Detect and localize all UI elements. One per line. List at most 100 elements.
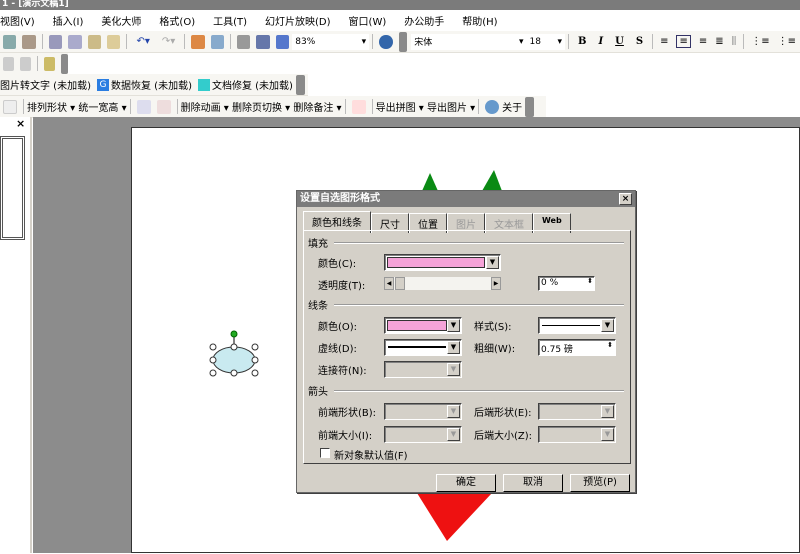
end-style-select[interactable]: ▼ <box>538 403 616 420</box>
align-left-icon[interactable]: ≡ <box>660 36 668 47</box>
line-group-label: 线条 <box>308 301 328 312</box>
justify-icon[interactable]: ≣ <box>715 36 723 47</box>
green-triangle-left[interactable] <box>422 173 438 191</box>
begin-style-label: 前端形状(B): <box>318 408 377 419</box>
undo-icon[interactable]: ↶▾ <box>136 36 149 47</box>
delete-notes-button[interactable]: 删除备注 ▾ <box>293 99 341 114</box>
arrange-shapes-button[interactable]: 排列形状 ▾ <box>27 99 75 114</box>
format-painter-icon[interactable] <box>107 34 121 49</box>
research-icon[interactable] <box>22 34 36 49</box>
plugin-doc-repair[interactable]: 文档修复 (未加载) <box>212 77 293 92</box>
menu-insert[interactable]: 插入(I) <box>53 13 84 28</box>
menu-beautify[interactable]: 美化大师 <box>101 13 141 28</box>
dash-select[interactable]: ▼ <box>384 339 462 356</box>
plugin-toolbar: 图片转文字 (未加载) G 数据恢复 (未加载) 文档修复 (未加载) <box>0 74 308 96</box>
panel-close-icon[interactable]: × <box>16 117 25 130</box>
expand-icon[interactable] <box>237 34 251 49</box>
flip-icon[interactable] <box>20 56 32 71</box>
slide-thumbnail[interactable] <box>0 136 25 240</box>
chart-icon[interactable] <box>191 34 205 49</box>
end-size-select[interactable]: ▼ <box>538 426 616 443</box>
spinner-icon[interactable]: ⬍ <box>587 277 593 285</box>
begin-size-select[interactable]: ▼ <box>384 426 462 443</box>
text-list-icon[interactable] <box>156 99 171 114</box>
weight-input[interactable]: 0.75 磅 ⬍ <box>538 339 616 356</box>
delete-transition-button[interactable]: 删除页切换 ▾ <box>232 99 290 114</box>
export-image-button[interactable]: 导出图片 ▾ <box>427 99 475 114</box>
menu-format[interactable]: 格式(O) <box>159 13 195 28</box>
zoom-select[interactable]: 83% ▾ <box>292 33 370 50</box>
spellcheck-icon[interactable] <box>3 34 17 49</box>
menu-view[interactable]: 视图(V) <box>0 13 35 28</box>
beautify-toolbar: 排列形状 ▾ 统一宽高 ▾ 删除动画 ▾ 删除页切换 ▾ 删除备注 ▾ 导出拼图… <box>0 96 546 118</box>
red-triangle[interactable] <box>417 493 492 541</box>
numbered-list-icon[interactable]: ⋮≡ <box>751 36 769 47</box>
chevron-down-icon: ▼ <box>601 405 614 418</box>
format-autoshape-dialog: 设置自选图形格式 × 颜色和线条 尺寸 位置 图片 文本框 Web 填充 颜色(C… <box>296 190 636 493</box>
distribute-icon[interactable]: ⫼ <box>732 36 737 47</box>
shadow-button[interactable]: S <box>636 36 643 47</box>
align-right-icon[interactable]: ≡ <box>699 36 707 47</box>
text-style-icon[interactable] <box>256 34 270 49</box>
scroll-left-icon[interactable]: ◀ <box>384 277 394 290</box>
cut-icon[interactable] <box>48 34 63 49</box>
page-icon[interactable] <box>3 99 17 114</box>
line-style-select[interactable]: ▼ <box>538 317 616 334</box>
about-button[interactable]: 关于 <box>502 99 522 114</box>
underline-button[interactable]: U <box>615 36 624 47</box>
italic-button[interactable]: I <box>598 36 603 47</box>
transparency-label: 透明度(T): <box>318 281 366 292</box>
fill-color-select[interactable]: ▼ <box>384 254 501 271</box>
default-checkbox[interactable] <box>320 448 330 458</box>
toolbar-grip[interactable] <box>60 53 68 74</box>
cancel-button[interactable]: 取消 <box>503 474 563 492</box>
rotation-handle[interactable] <box>230 330 238 338</box>
copy-icon[interactable] <box>68 34 82 49</box>
shape-icon[interactable] <box>43 56 55 71</box>
help-icon[interactable] <box>379 34 393 49</box>
begin-style-select[interactable]: ▼ <box>384 403 462 420</box>
font-select[interactable]: 宋体 ▾ <box>411 33 527 50</box>
font-size-select[interactable]: 18 ▾ <box>526 33 566 50</box>
scroll-right-icon[interactable]: ▶ <box>491 277 501 290</box>
slider-thumb[interactable] <box>395 277 405 290</box>
bullet-list-icon[interactable]: ⋮≡ <box>778 36 796 47</box>
rotate-icon[interactable] <box>3 56 15 71</box>
export-icon[interactable] <box>351 99 366 114</box>
align-center-icon[interactable]: ≡ <box>676 35 691 48</box>
unify-size-button[interactable]: 统一宽高 ▾ <box>78 99 126 114</box>
green-triangle-right[interactable] <box>482 170 502 191</box>
ellipse-shape[interactable] <box>212 346 256 374</box>
dialog-title: 设置自选图形格式 <box>300 193 380 204</box>
menu-slideshow[interactable]: 幻灯片放映(D) <box>265 13 331 28</box>
menu-window[interactable]: 窗口(W) <box>349 13 387 28</box>
plugin-image-to-text[interactable]: 图片转文字 (未加载) <box>0 77 91 92</box>
delete-notes-label: 删除备注 <box>293 103 334 114</box>
menu-help[interactable]: 帮助(H) <box>462 13 497 28</box>
grid-icon[interactable] <box>275 34 290 49</box>
fill-group: 填充 <box>308 235 624 250</box>
paste-icon[interactable] <box>87 34 102 49</box>
bold-button[interactable]: B <box>578 36 586 47</box>
transparency-input[interactable]: 0 % ⬍ <box>538 276 595 291</box>
connector-select[interactable]: ▼ <box>384 361 462 378</box>
plugin-data-recovery[interactable]: 数据恢复 (未加载) <box>111 77 192 92</box>
delete-animation-button[interactable]: 删除动画 ▾ <box>181 99 229 114</box>
line-color-select[interactable]: ▼ <box>384 317 462 334</box>
preview-button[interactable]: 预览(P) <box>570 474 630 492</box>
dialog-title-bar: 设置自选图形格式 × <box>297 191 635 207</box>
close-icon[interactable]: × <box>619 193 632 205</box>
toolbar-grip[interactable] <box>398 31 408 52</box>
table-icon[interactable] <box>210 34 225 49</box>
toolbar-grip[interactable] <box>525 96 535 117</box>
font-scale-icon[interactable] <box>136 99 151 114</box>
ok-button[interactable]: 确定 <box>436 474 496 492</box>
spinner-icon[interactable]: ⬍ <box>607 341 613 349</box>
redo-icon[interactable]: ↷▾ <box>162 36 175 47</box>
menu-tools[interactable]: 工具(T) <box>213 13 247 28</box>
toolbar-grip[interactable] <box>295 74 305 95</box>
delete-transition-label: 删除页切换 <box>231 103 282 114</box>
menu-office-assistant[interactable]: 办公助手 <box>404 13 444 28</box>
transparency-slider[interactable]: ◀ ▶ <box>384 277 501 290</box>
export-collage-button[interactable]: 导出拼图 ▾ <box>376 99 424 114</box>
